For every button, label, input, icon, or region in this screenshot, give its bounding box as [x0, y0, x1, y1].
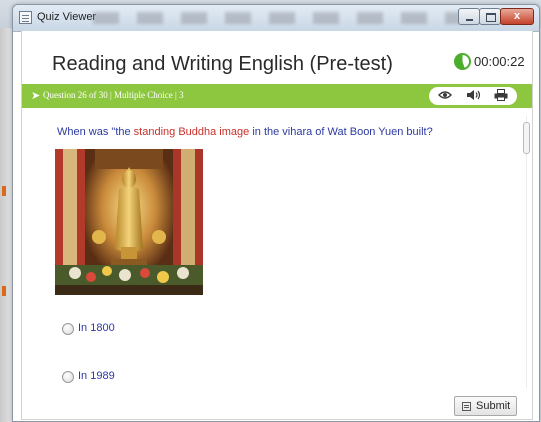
- close-icon: x: [513, 10, 521, 22]
- answer-label[interactable]: In 1989: [78, 370, 115, 382]
- question-text-end: in the vihara of Wat Boon Yuen built?: [249, 126, 433, 138]
- question-highlight: standing Buddha image: [133, 126, 250, 138]
- minimize-button[interactable]: [458, 8, 480, 25]
- print-icon[interactable]: [493, 89, 509, 103]
- maximize-button[interactable]: [479, 8, 501, 25]
- scroll-thumb[interactable]: [523, 122, 530, 154]
- list-icon: [462, 402, 471, 411]
- radio-button[interactable]: [62, 371, 74, 383]
- arrow-icon: ➤: [31, 90, 41, 102]
- quiz-viewer-window: Quiz Viewer x Reading and Writing Englis…: [12, 4, 540, 422]
- app-icon: [19, 11, 32, 24]
- desktop-marker: [2, 186, 6, 196]
- eye-icon[interactable]: [437, 89, 453, 103]
- question-text-start: When was "the: [57, 126, 134, 138]
- scroll-track[interactable]: [526, 116, 527, 388]
- quiz-content: Reading and Writing English (Pre-test) 0…: [21, 31, 533, 420]
- scrollbar[interactable]: [522, 116, 530, 388]
- submit-button[interactable]: Submit: [454, 396, 517, 416]
- radio-button[interactable]: [62, 323, 74, 335]
- answer-label[interactable]: In 1800: [78, 322, 115, 334]
- question-info: Question 26 of 30 | Multiple Choice | 3: [43, 90, 184, 100]
- desktop-marker: [2, 286, 6, 296]
- quiz-title: Reading and Writing English (Pre-test): [52, 53, 393, 75]
- submit-label: Submit: [476, 400, 511, 412]
- question-bar: ➤ Question 26 of 30 | Multiple Choice | …: [22, 84, 532, 108]
- speaker-icon[interactable]: [465, 89, 481, 103]
- question-text: When was "the standing Buddha image in t…: [57, 126, 433, 138]
- close-button[interactable]: x: [500, 8, 534, 25]
- buddha-image: [55, 149, 203, 295]
- timer-icon: [454, 53, 471, 70]
- timer-value: 00:00:22: [474, 54, 525, 69]
- background-taskbar-blur: [93, 12, 473, 24]
- title-bar[interactable]: Quiz Viewer x: [13, 5, 539, 32]
- toolbar: [429, 87, 517, 105]
- window-title: Quiz Viewer: [37, 11, 97, 23]
